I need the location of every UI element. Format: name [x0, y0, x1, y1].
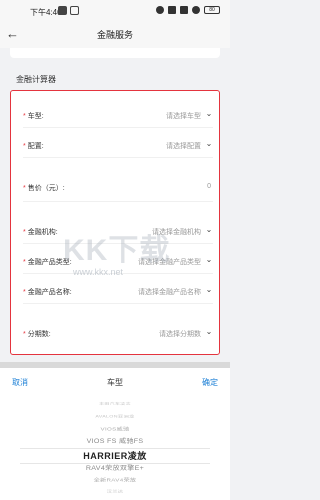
- vehicle-model-select[interactable]: 请选择车型: [166, 111, 201, 121]
- installments-select[interactable]: 请选择分期数: [159, 329, 201, 339]
- divider: [23, 157, 213, 158]
- form-row-configuration[interactable]: * 配置: 请选择配置 ⌄: [11, 135, 219, 157]
- row-label: * 售价（元）:: [23, 185, 65, 192]
- status-icons: 80: [156, 6, 220, 14]
- nav-bar: ← 金融服务: [0, 22, 230, 48]
- picker-item[interactable]: VIOS威驰: [0, 425, 230, 432]
- divider: [23, 303, 213, 304]
- divider: [23, 243, 213, 244]
- picker-item[interactable]: VIOS FS 威驰FS: [0, 437, 230, 446]
- form-row-installments[interactable]: * 分期数: 请选择分期数 ⌄: [11, 323, 219, 345]
- chevron-down-icon: ⌄: [205, 225, 213, 234]
- picker-item[interactable]: 全新RAV4荣放: [0, 476, 230, 483]
- app-notification-icon: [58, 6, 67, 15]
- required-mark: *: [23, 113, 26, 120]
- divider: [23, 273, 213, 274]
- picker-item[interactable]: 汉兰达: [0, 488, 230, 494]
- status-time: 下午4:40: [30, 8, 62, 17]
- divider: [23, 201, 213, 202]
- battery-icon: 80: [204, 6, 220, 14]
- row-label: * 分期数:: [23, 331, 51, 338]
- previous-card: [10, 48, 220, 58]
- divider: [23, 127, 213, 128]
- picker-item[interactable]: 丰田汽车凌志: [0, 402, 230, 405]
- picker-item[interactable]: RAV4荣放双擎E+: [0, 464, 230, 473]
- vehicle-model-picker: 取消 车型 确定 丰田汽车凌志 AVALON亚洲龙 VIOS威驰 VIOS FS 威驰…: [0, 368, 230, 500]
- row-label: * 金融产品名称:: [23, 289, 72, 296]
- row-label: * 金融产品类型:: [23, 259, 72, 266]
- picker-header: 取消 车型 确定: [0, 368, 230, 396]
- picker-title: 车型: [107, 378, 123, 387]
- chevron-down-icon: ⌄: [205, 255, 213, 264]
- vibrate-icon: [168, 6, 176, 14]
- form-row-vehicle-model[interactable]: * 车型: 请选择车型 ⌄: [11, 105, 219, 127]
- chevron-down-icon: ⌄: [205, 139, 213, 148]
- row-label: * 金融机构:: [23, 229, 58, 236]
- row-label: * 车型:: [23, 113, 44, 120]
- picker-item-selected[interactable]: HARRIER凌放: [0, 449, 230, 462]
- price-input[interactable]: 0: [207, 183, 211, 190]
- app-notification-icon-2: [70, 6, 79, 15]
- status-bar: 下午4:40 80: [0, 0, 230, 22]
- row-label: * 配置:: [23, 143, 44, 150]
- required-mark: *: [23, 229, 26, 236]
- picker-wheel[interactable]: 丰田汽车凌志 AVALON亚洲龙 VIOS威驰 VIOS FS 威驰FS HARRIER…: [0, 396, 230, 500]
- form-row-product-type[interactable]: * 金融产品类型: 请选择金融产品类型 ⌄: [11, 251, 219, 273]
- chevron-down-icon: ⌄: [205, 285, 213, 294]
- product-name-select[interactable]: 请选择金融产品名称: [138, 287, 201, 297]
- finance-institution-select[interactable]: 请选择金融机构: [152, 227, 201, 237]
- chevron-down-icon: ⌄: [205, 109, 213, 118]
- required-mark: *: [23, 289, 26, 296]
- wifi-icon: [192, 6, 200, 14]
- calculator-form: * 车型: 请选择车型 ⌄ * 配置: 请选择配置 ⌄ * 售价（元）: 0 * 金融机…: [10, 90, 220, 355]
- configuration-select[interactable]: 请选择配置: [166, 141, 201, 151]
- form-row-product-name[interactable]: * 金融产品名称: 请选择金融产品名称 ⌄: [11, 281, 219, 303]
- required-mark: *: [23, 185, 26, 192]
- chevron-down-icon: ⌄: [205, 327, 213, 336]
- required-mark: *: [23, 259, 26, 266]
- product-type-select[interactable]: 请选择金融产品类型: [138, 257, 201, 267]
- required-mark: *: [23, 143, 26, 150]
- picker-item[interactable]: AVALON亚洲龙: [0, 413, 230, 419]
- signal-icon: [180, 6, 188, 14]
- section-title: 金融计算器: [16, 75, 56, 84]
- bluetooth-icon: [156, 6, 164, 14]
- confirm-button[interactable]: 确定: [202, 377, 218, 388]
- form-row-price[interactable]: * 售价（元）: 0: [11, 177, 219, 199]
- page-title: 金融服务: [96, 30, 133, 40]
- form-row-finance-institution[interactable]: * 金融机构: 请选择金融机构 ⌄: [11, 221, 219, 243]
- required-mark: *: [23, 331, 26, 338]
